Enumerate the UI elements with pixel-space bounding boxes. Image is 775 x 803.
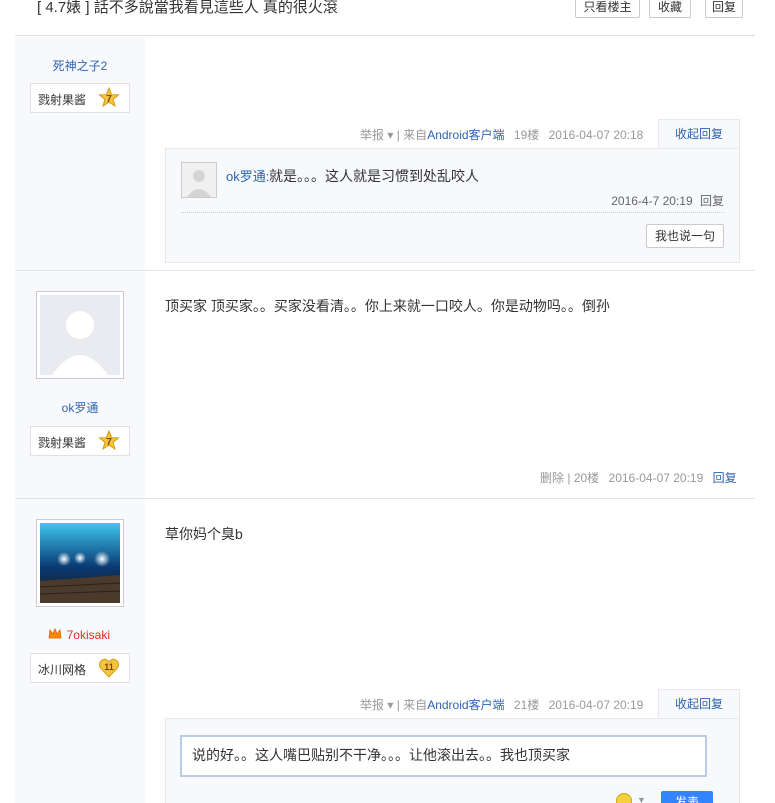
report-link[interactable]: 举报 [360, 698, 384, 712]
badge-name: 冰川网格 [38, 663, 87, 677]
avatar[interactable] [181, 162, 217, 198]
crown-icon [48, 627, 62, 639]
source-prefix: | 来自 [396, 698, 428, 712]
meta-separator: | [567, 471, 571, 485]
avatar[interactable] [36, 519, 124, 607]
source-link[interactable]: Android客户端 [427, 128, 504, 142]
only-op-button[interactable]: 只看楼主 [575, 0, 640, 18]
avatar[interactable] [36, 291, 124, 379]
author-sidebar: 7okisaki 冰川网格 11 [15, 499, 145, 803]
post-meta: 举报 ▾ | 来自Android客户端 19楼 2016-04-07 20:18 [360, 126, 643, 143]
sub-reply-text: 就是。。。这人就是习惯到处乱咬人 [269, 168, 479, 184]
reply-button[interactable]: 回复 [705, 0, 743, 18]
level-heart-icon: 11 [98, 658, 120, 678]
badge-name: 戮射果酱 [38, 93, 87, 107]
author-name[interactable]: 7okisaki [67, 628, 110, 642]
floor-number: 21楼 [513, 698, 540, 712]
post-time: 2016-04-07 20:19 [548, 698, 644, 712]
sub-reply-reply-link[interactable]: 回复 [700, 194, 724, 208]
level-star-icon: 7 [98, 430, 120, 451]
submit-button[interactable]: 发表 [661, 791, 713, 803]
reply-link[interactable]: 回复 [713, 471, 737, 485]
divider [181, 212, 724, 213]
source-prefix: | 来自 [396, 128, 428, 142]
chevron-down-icon[interactable]: ▾ [387, 698, 393, 712]
sub-reply-time: 2016-4-7 20:19 [611, 194, 693, 208]
report-link[interactable]: 举报 [360, 128, 384, 142]
post-content: 草你妈个臭b [165, 526, 243, 542]
emoji-icon[interactable] [616, 793, 632, 803]
chevron-down-icon[interactable]: ▼ [637, 795, 646, 803]
level-number: 7 [106, 437, 112, 448]
sub-reply-meta: 2016-4-7 20:19 回复 [611, 192, 724, 209]
author-name[interactable]: 死神之子2 [15, 57, 145, 74]
reply-editor[interactable]: 说的好。。这人嘴巴贴别不干净。。。让他滚出去。。我也顶买家 [180, 735, 707, 777]
thread-title: [ 4.7婊 ] 話不多說當我看見這些人 真的很火滾 [37, 0, 338, 16]
collapse-replies-button[interactable]: 收起回复 [658, 689, 740, 719]
floor-number: 19楼 [513, 128, 540, 142]
chevron-down-icon[interactable]: ▾ [387, 128, 393, 142]
default-avatar-icon [182, 163, 216, 197]
level-number: 11 [104, 662, 114, 672]
floor-number: 20楼 [573, 471, 600, 485]
post-time: 2016-04-07 20:18 [548, 128, 644, 142]
level-badge[interactable]: 戮射果酱 7 [30, 426, 130, 456]
favorite-button[interactable]: 收藏 [649, 0, 691, 18]
badge-name: 戮射果酱 [38, 436, 87, 450]
post-floor-20: ok罗通 戮射果酱 7 顶买家 顶买家。。买家没看清。。你上来就一口咬人。你是动… [15, 271, 755, 499]
post-floor-19: 死神之子2 戮射果酱 7 举报 ▾ | 来自Android客户端 19楼 201… [15, 37, 755, 271]
level-star-icon: 7 [98, 87, 120, 108]
thread-header: [ 4.7婊 ] 話不多說當我看見這些人 真的很火滾 只看楼主 收藏 回复 [15, 0, 755, 36]
sub-reply-user[interactable]: ok罗通: [226, 166, 269, 185]
post-time: 2016-04-07 20:19 [608, 471, 704, 485]
default-avatar-icon [40, 295, 120, 375]
collapse-replies-button[interactable]: 收起回复 [658, 119, 740, 149]
post-meta: 删除 | 20楼 2016-04-07 20:19 回复 [540, 469, 737, 486]
author-sidebar: ok罗通 戮射果酱 7 [15, 271, 145, 498]
source-link[interactable]: Android客户端 [427, 698, 504, 712]
level-badge[interactable]: 冰川网格 11 [30, 653, 130, 683]
say-something-button[interactable]: 我也说一句 [646, 224, 724, 248]
level-number: 7 [106, 94, 112, 105]
post-content: 顶买家 顶买家。。买家没看清。。你上来就一口咬人。你是动物吗。。倒孙 [165, 298, 610, 314]
post-meta: 举报 ▾ | 来自Android客户端 21楼 2016-04-07 20:19 [360, 696, 643, 713]
author-name[interactable]: ok罗通 [15, 399, 145, 416]
level-badge[interactable]: 戮射果酱 7 [30, 83, 130, 113]
bokeh-avatar-image [40, 523, 120, 603]
author-sidebar: 死神之子2 戮射果酱 7 [15, 37, 145, 270]
sub-reply-panel: ok罗通: 就是。。。这人就是习惯到处乱咬人 2016-4-7 20:19 回复… [165, 148, 740, 263]
delete-link[interactable]: 删除 [540, 471, 564, 485]
user-row: 7okisaki [47, 626, 110, 642]
